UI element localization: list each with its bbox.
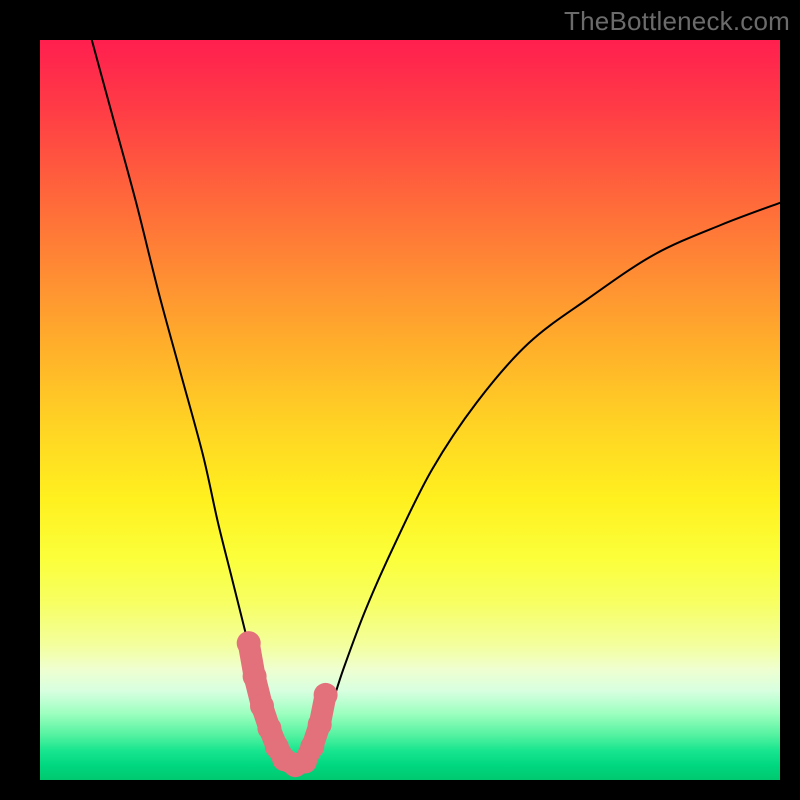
marker-point <box>237 631 261 655</box>
watermark-text: TheBottleneck.com <box>564 6 790 37</box>
plot-area <box>40 40 780 780</box>
chart-svg <box>40 40 780 780</box>
marker-point <box>300 735 324 759</box>
marker-point <box>250 694 274 718</box>
chart-frame: TheBottleneck.com <box>0 0 800 800</box>
bottleneck-curve <box>92 40 780 766</box>
marker-point <box>314 683 338 707</box>
marker-group <box>237 631 338 777</box>
marker-point <box>243 664 267 688</box>
marker-point <box>308 713 332 737</box>
